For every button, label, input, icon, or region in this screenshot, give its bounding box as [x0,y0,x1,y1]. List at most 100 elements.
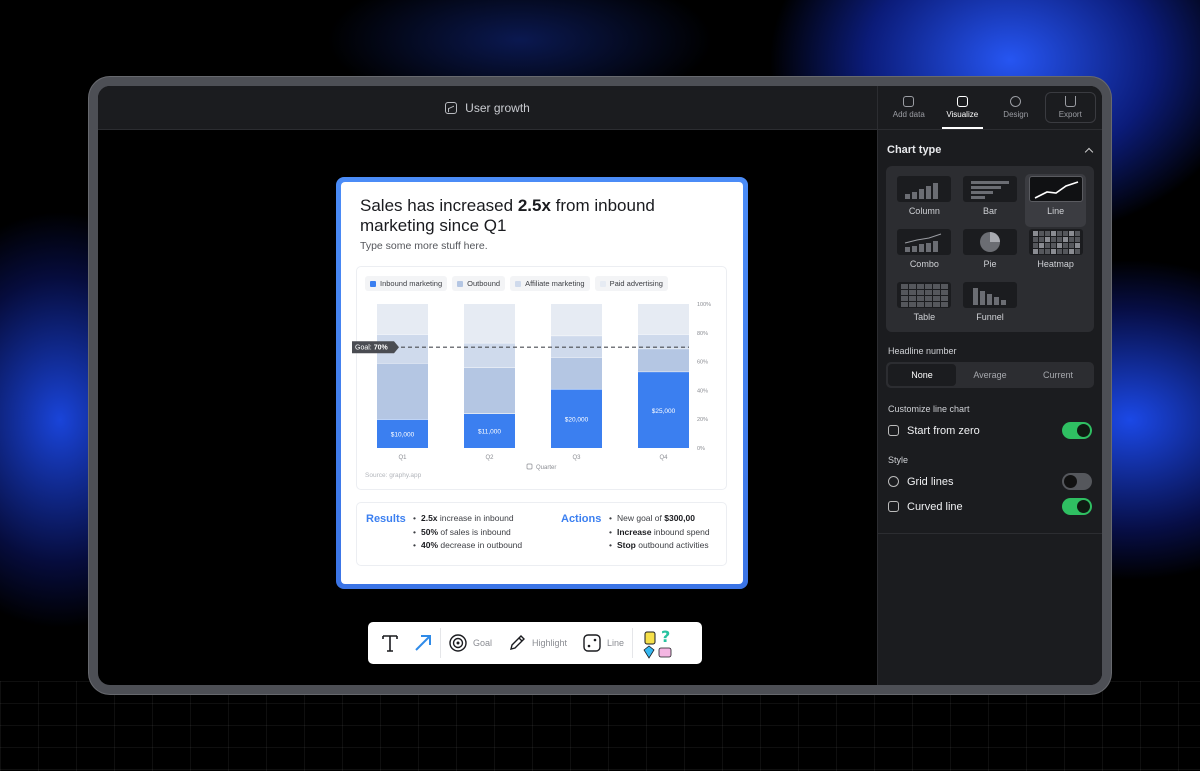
chart-type-title: Chart type [887,144,942,156]
tab-label: Add data [892,110,925,119]
headline-option-current[interactable]: Current [1024,364,1092,386]
bar-segment[interactable] [377,363,428,420]
chart-type-heatmap[interactable]: Heatmap [1025,227,1086,280]
bar-segment[interactable] [464,304,515,343]
heatmap-icon [1028,229,1083,255]
bar-segment[interactable] [551,357,602,389]
card-title[interactable]: Sales has increased 2.5x from inbound ma… [360,196,690,236]
headline-label: Headline number [888,346,957,356]
stacked-bar-chart: $10,000 Q1 $11,000 Q2 $20,000 Q3 $25,000 Q4 0% 20… [352,302,711,471]
goal-tool-button[interactable]: Goal [441,634,500,652]
legend-item-paid[interactable]: Paid advertising [594,276,668,291]
chart-type-table[interactable]: Table [894,280,955,333]
tab-visualize[interactable]: Visualize [938,86,988,129]
headline-option-average[interactable]: Average [956,364,1024,386]
bar-segment[interactable] [551,335,602,358]
grid-icon [888,476,899,487]
legend-label: Affiliate marketing [525,279,585,288]
card-title-bold: 2.5x [517,196,551,215]
chart-type-label: Combo [909,259,939,269]
tab-design[interactable]: Design [991,86,1041,129]
sticker-tool-button[interactable]: ? [633,626,683,660]
chart-card-frame[interactable]: Sales has increased 2.5x from inbound ma… [336,177,748,589]
chart-type-funnel[interactable]: Funnel [960,280,1021,333]
results-item: 2.5x increase in inbound [413,512,522,526]
chart-doc-icon [445,101,458,114]
legend-item-affiliate[interactable]: Affiliate marketing [510,276,590,291]
headline-segmented-control: None Average Current [886,362,1094,388]
grid-lines-label: Grid lines [907,475,954,488]
pen-icon [510,635,526,650]
bar-segment[interactable] [464,367,515,414]
chart-type-label: Pie [983,259,997,269]
bar-segment[interactable] [551,304,602,336]
bar-segment[interactable] [638,348,689,372]
target-icon [449,634,467,652]
export-button[interactable]: Export [1044,92,1096,123]
customize-label: Customize line chart [888,404,970,414]
actions-list: New goal of $300,00 Increase inbound spe… [609,512,710,553]
legend-label: Outbound [467,279,501,288]
start-from-zero-row: Start from zero [878,418,1102,443]
device-frame: User growth Sales has increased 2.5x fro… [88,76,1112,695]
zero-icon [888,425,899,436]
results-heading: Results [366,513,406,525]
grid-lines-toggle[interactable] [1062,473,1092,490]
table-chart-icon [897,282,952,308]
bar-segment[interactable] [464,342,515,368]
y-tick-label: 40% [697,388,708,394]
curved-line-toggle[interactable] [1062,498,1092,515]
chart-type-combo[interactable]: Combo [894,227,955,280]
y-tick-label: 20% [697,417,708,423]
bar-segment[interactable] [638,304,689,335]
arrow-icon [415,635,431,651]
legend-swatch [515,280,522,287]
tab-label: Visualize [946,110,979,119]
arrow-tool-button[interactable] [406,634,440,652]
legend-swatch [370,280,376,287]
chart-type-bar[interactable]: Bar [960,174,1021,227]
legend-item-outbound[interactable]: Outbound [452,276,506,291]
y-tick-label: 80% [697,331,708,337]
grid-lines-row: Grid lines [878,469,1102,494]
highlight-tool-button[interactable]: Highlight [500,634,575,652]
line-tool-button[interactable]: Line [575,634,632,652]
chart-type-header[interactable]: Chart type [878,130,1102,166]
bar-value-label: $20,000 [565,416,589,423]
tab-add-data[interactable]: Add data [884,86,934,129]
style-label: Style [888,455,909,465]
bar-value-label: $10,000 [391,432,415,439]
palette-icon [1010,96,1022,107]
settings-panel: Add data Visualize Design Export Chart t… [877,86,1102,685]
results-actions-box: Results 2.5x increase in inbound 50% of … [356,502,727,566]
start-from-zero-toggle[interactable] [1062,422,1092,439]
bar-segment[interactable] [638,334,689,349]
chart-type-column[interactable]: Column [894,174,955,227]
legend-item-inbound[interactable]: Inbound marketing [365,276,448,291]
headline-option-none[interactable]: None [888,364,956,386]
document-title[interactable]: User growth [465,101,530,115]
chart-type-label: Column [908,206,940,216]
goal-label: Goal: 70% [355,345,388,352]
actions-item: New goal of $300,00 [609,512,710,526]
legend-swatch [599,280,606,287]
y-tick-label: 100% [697,302,711,308]
y-tick-label: 60% [697,360,708,366]
card-subtitle[interactable]: Type some more stuff here. [360,240,488,252]
bar-segment[interactable] [377,304,428,335]
x-axis-label: Quarter [536,465,556,471]
text-tool-button[interactable] [368,634,406,652]
actions-item: Increase inbound spend [609,526,710,540]
curved-line-label: Curved line [907,500,963,513]
actions-heading: Actions [561,513,602,525]
bar-value-label: $25,000 [652,408,676,415]
chart-type-label: Funnel [976,312,1004,322]
chart-type-line[interactable]: Line [1025,174,1086,227]
x-tick-label: Q1 [398,455,407,461]
pie-chart-icon [962,229,1017,255]
chart-type-pie[interactable]: Pie [960,227,1021,280]
chevron-up-icon [1084,147,1094,156]
chart-source: Source: graphy.app [365,472,422,479]
column-chart-icon [897,176,952,202]
results-list: 2.5x increase in inbound 50% of sales is… [413,512,522,553]
